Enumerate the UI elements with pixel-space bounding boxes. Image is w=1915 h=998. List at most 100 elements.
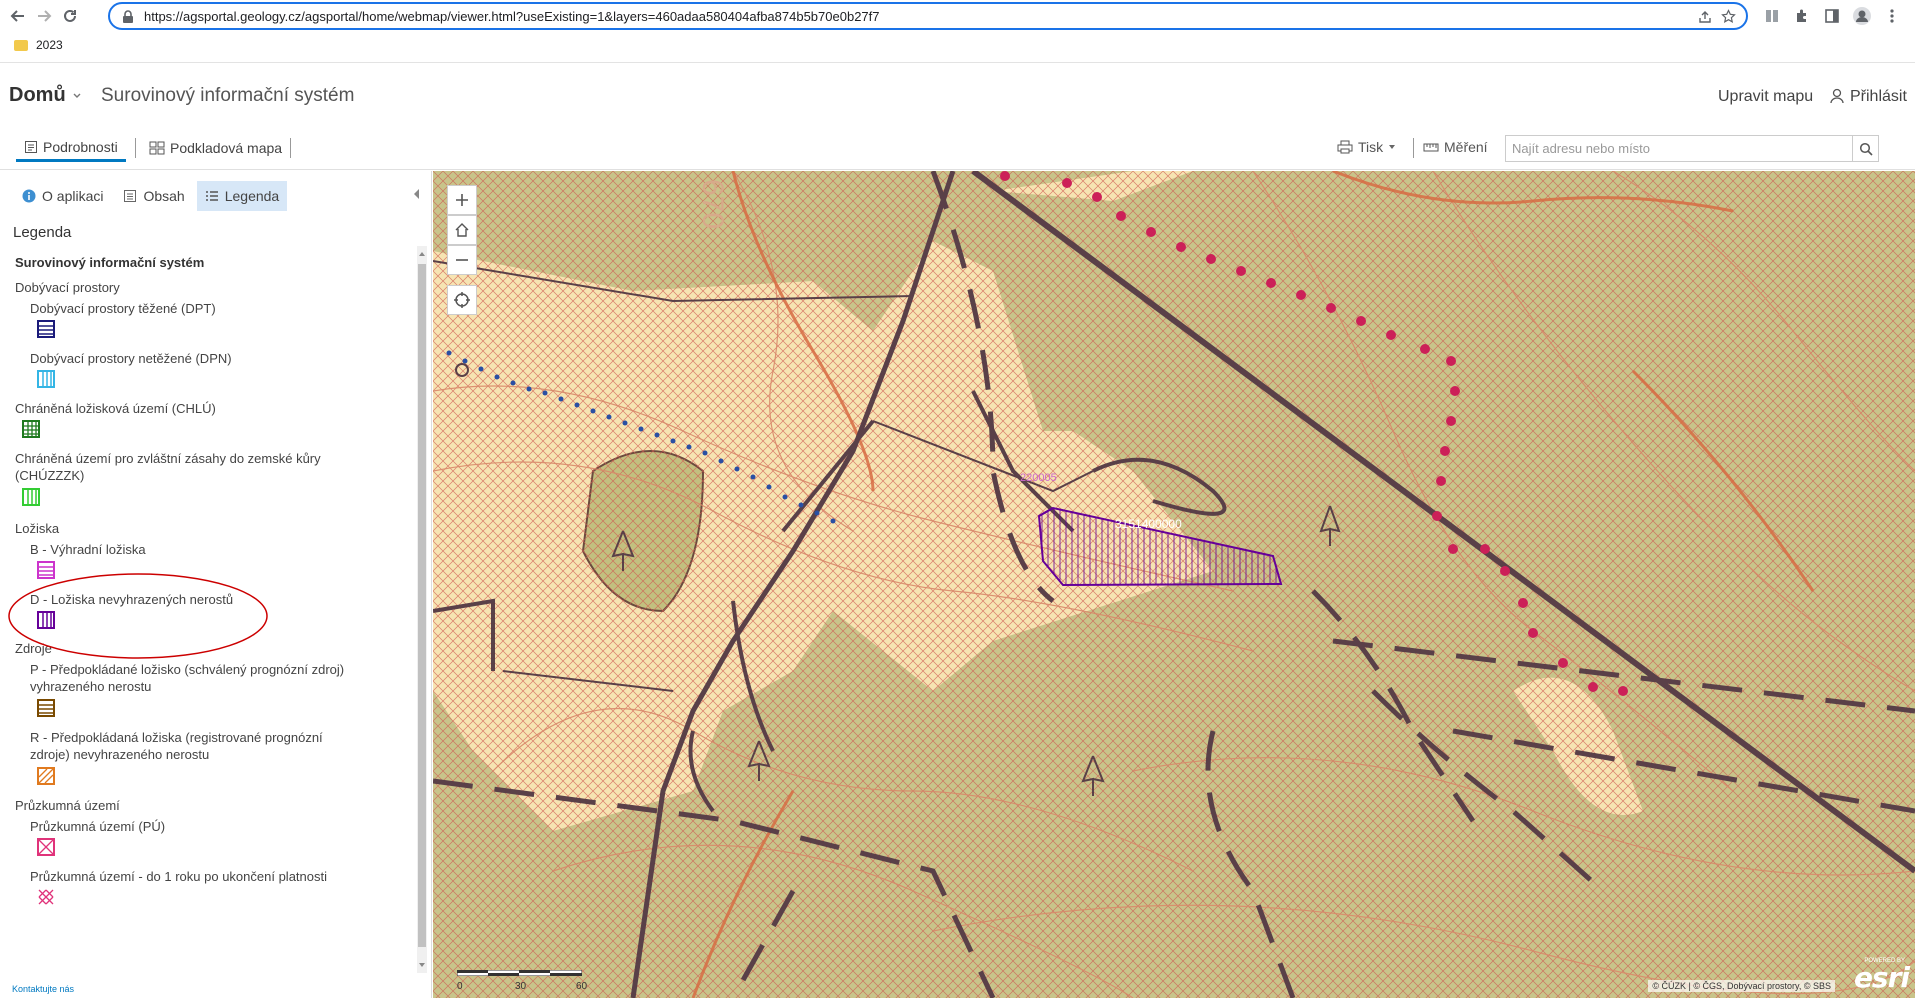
legend-swatch-pu-expired <box>38 889 54 905</box>
content-icon <box>124 190 137 202</box>
toolbar-divider <box>135 138 136 158</box>
sign-in-link[interactable]: Přihlásit <box>1850 88 1907 106</box>
forward-button[interactable] <box>32 4 56 28</box>
kebab-menu-icon <box>1890 9 1894 23</box>
star-icon[interactable] <box>1721 9 1736 24</box>
legend-item-label: Průzkumná území - do 1 roku po ukončení … <box>30 869 327 884</box>
arrow-left-icon <box>10 10 24 22</box>
search-box <box>1505 135 1879 162</box>
map-toolbar: Podrobnosti Podkladová mapa Tisk Měření <box>0 126 1915 170</box>
scale-label-30: 30 <box>515 981 527 992</box>
url-text: https://agsportal.geology.cz/agsportal/h… <box>144 9 880 24</box>
share-icon[interactable] <box>1698 10 1712 24</box>
tab-legend[interactable]: Legenda <box>196 181 288 211</box>
measure-button[interactable]: Měření <box>1423 139 1488 155</box>
highlight-ellipse <box>8 573 268 659</box>
legend-icon <box>205 191 218 201</box>
app-header: Domů Surovinový informační systém Upravi… <box>0 64 1915 126</box>
esri-logo[interactable]: esri <box>1854 961 1910 994</box>
legend-group-title: Dobývací prostory <box>15 280 120 295</box>
legend-group-title: Průzkumná území <box>15 798 120 813</box>
legend-item-label: B - Výhradní ložiska <box>30 542 146 557</box>
lock-icon <box>123 10 133 23</box>
map-view[interactable]: 670 670 220005 3151400000 0 30 60 © ČÚZK… <box>433 171 1915 998</box>
home-extent-button[interactable] <box>447 215 477 245</box>
legend-item-label: (CHÚZZZK) <box>15 468 85 483</box>
tab-legend-label: Legenda <box>224 188 280 204</box>
plus-icon <box>456 194 468 206</box>
legend-item-label: zdroje) nevyhrazeného nerostu <box>30 747 210 762</box>
back-button[interactable] <box>6 4 30 28</box>
map-canvas[interactable]: 670 <box>433 171 1915 998</box>
reload-icon <box>64 9 76 22</box>
bookmark-folder[interactable]: 2023 <box>14 38 63 52</box>
address-bar[interactable]: https://agsportal.geology.cz/agsportal/h… <box>108 2 1748 30</box>
legend-group-title: Ložiska <box>15 521 60 536</box>
search-button[interactable] <box>1852 136 1878 161</box>
edit-map-link[interactable]: Upravit mapu <box>1718 88 1813 106</box>
measure-icon <box>1423 143 1439 152</box>
extensions-button[interactable] <box>1792 6 1812 26</box>
locate-button[interactable] <box>447 285 477 315</box>
tab-basemap-label: Podkladová mapa <box>170 140 283 156</box>
tab-details[interactable]: Podrobnosti <box>16 134 126 162</box>
measure-label: Měření <box>1444 139 1488 155</box>
folder-icon <box>14 39 28 51</box>
home-menu[interactable]: Domů <box>9 84 66 107</box>
legend-item-label: Chráněná území pro zvláštní zásahy do ze… <box>15 451 321 466</box>
tab-details-label: Podrobnosti <box>43 138 118 155</box>
details-icon <box>25 140 37 153</box>
scale-label-60: 60 <box>576 981 588 992</box>
legend-item-label: Dobývací prostory netěžené (DPN) <box>30 351 232 366</box>
extension-icon-1[interactable] <box>1762 6 1782 26</box>
reload-button[interactable] <box>58 4 82 28</box>
locate-icon <box>454 292 470 308</box>
scale-label-0: 0 <box>457 981 463 992</box>
feature-label-3151400000: 3151400000 <box>1115 517 1182 531</box>
user-icon <box>1830 88 1844 104</box>
legend-item-label: vyhrazeného nerostu <box>30 679 152 694</box>
side-panel-icon <box>1825 9 1839 23</box>
print-label: Tisk <box>1358 139 1384 155</box>
legend-heading: Legenda <box>13 224 72 241</box>
toolbar-divider <box>1413 138 1414 158</box>
legend-swatch-chlu <box>22 420 40 438</box>
map-attribution: © ČÚZK | © ČGS, Dobývací prostory, © SBS <box>1648 980 1835 992</box>
tab-basemap[interactable]: Podkladová mapa <box>141 134 290 162</box>
tab-about[interactable]: O aplikaci <box>14 181 111 211</box>
legend-swatch-dpn <box>37 370 55 388</box>
scale-bar <box>457 970 582 976</box>
tab-content[interactable]: Obsah <box>115 181 192 211</box>
legend-item-label: R - Předpokládaná ložiska (registrované … <box>30 730 323 745</box>
legend-swatch-dpt <box>37 320 55 338</box>
profile-button[interactable] <box>1852 6 1872 26</box>
print-button[interactable]: Tisk <box>1337 139 1396 155</box>
minus-icon <box>456 259 468 261</box>
contour-670-label: 670 <box>696 179 729 230</box>
feature-label-220005: 220005 <box>1020 472 1057 484</box>
legend-scrollbar[interactable] <box>417 246 427 973</box>
contact-link[interactable]: Kontaktujte nás <box>12 984 74 994</box>
zoom-out-button[interactable] <box>447 245 477 275</box>
arrow-right-icon <box>38 10 52 22</box>
search-icon <box>1859 142 1873 156</box>
legend-item-label: Chráněná ložisková území (CHLÚ) <box>15 401 216 416</box>
legend-swatch-pu <box>37 838 55 856</box>
side-panel: O aplikaci Obsah Legenda Legenda Surovin… <box>0 171 432 998</box>
chevron-down-icon[interactable] <box>72 91 82 101</box>
info-icon <box>22 189 36 203</box>
caret-down-icon <box>1389 145 1396 149</box>
collapse-panel-icon[interactable] <box>412 187 422 201</box>
puzzle-icon <box>1797 9 1806 22</box>
printer-icon <box>1337 140 1353 154</box>
legend-swatch-chuzzzk <box>22 488 40 506</box>
side-panel-button[interactable] <box>1822 6 1842 26</box>
panel-tabs: O aplikaci Obsah Legenda <box>14 181 288 213</box>
legend-service-title: Surovinový informační systém <box>15 255 205 270</box>
menu-button[interactable] <box>1882 6 1902 26</box>
search-input[interactable] <box>1506 136 1846 161</box>
legend-item-label: P - Předpokládané ložisko (schválený pro… <box>30 662 345 677</box>
toolbar-divider <box>290 138 291 158</box>
zoom-in-button[interactable] <box>447 185 477 215</box>
app-title: Surovinový informační systém <box>101 85 355 106</box>
